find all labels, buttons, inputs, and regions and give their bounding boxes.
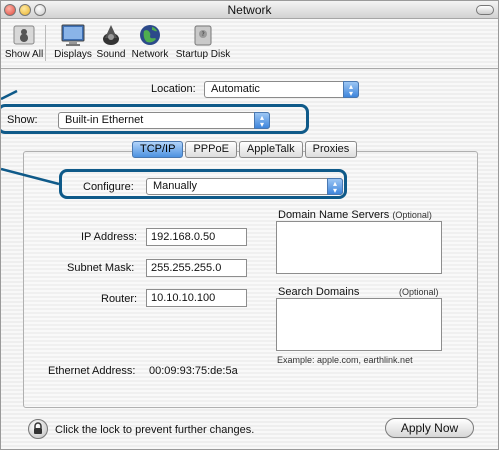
callout-configure-highlight <box>59 169 347 199</box>
popup-arrows-icon: ▴ ▾ <box>343 81 359 98</box>
lock-text: Click the lock to prevent further change… <box>55 424 255 436</box>
search-domains-example: Example: apple.com, earthlink.net <box>277 355 413 365</box>
location-popup[interactable]: Automatic ▴ ▾ <box>204 81 359 98</box>
apply-now-button[interactable]: Apply Now <box>385 418 474 438</box>
dns-optional-label: (Optional) <box>392 210 432 220</box>
ethernet-address-label: Ethernet Address: <box>48 365 136 377</box>
network-window: Network Show All Displays Sound Network … <box>0 0 499 450</box>
subnet-mask-label: Subnet Mask: <box>67 262 135 274</box>
search-domains-optional-label: (Optional) <box>399 287 439 297</box>
tab-appletalk[interactable]: AppleTalk <box>238 141 303 158</box>
toolbar-toggle-icon[interactable] <box>476 5 494 15</box>
sound-icon <box>103 25 119 45</box>
callout-pointer-lines <box>1 89 60 186</box>
toolbar-divider <box>1 68 498 69</box>
location-value: Automatic <box>211 83 260 95</box>
toolbar-separator <box>45 25 46 61</box>
toolbar-sound[interactable]: Sound <box>93 23 129 60</box>
toolbar-label-startup-disk: Startup Disk <box>175 49 231 60</box>
toolbar-label-network: Network <box>131 49 169 60</box>
location-label: Location: <box>151 83 196 95</box>
toolbar-label-displays: Displays <box>54 49 92 60</box>
tab-pppoe[interactable]: PPPoE <box>185 141 237 158</box>
router-field[interactable]: 10.10.10.100 <box>146 289 247 307</box>
svg-text:?: ? <box>202 31 205 38</box>
tab-bar: TCP/IP PPPoE AppleTalk Proxies <box>132 141 359 158</box>
ip-address-label: IP Address: <box>81 231 138 243</box>
toolbar-startup-disk[interactable]: ? Startup Disk <box>172 23 234 60</box>
network-icon <box>140 25 160 45</box>
ethernet-address-value: 00:09:93:75:de:5a <box>149 365 238 377</box>
toolbar-label-sound: Sound <box>96 49 126 60</box>
search-domains-label: Search Domains <box>278 286 360 298</box>
startup-disk-icon: ? <box>194 25 212 46</box>
lock-icon <box>34 422 42 434</box>
lock-button[interactable] <box>28 419 48 439</box>
toolbar-network[interactable]: Network <box>128 23 172 60</box>
dns-servers-field[interactable] <box>276 221 442 274</box>
toolbar-label-show-all: Show All <box>4 49 44 60</box>
toolbar-show-all[interactable]: Show All <box>4 23 44 60</box>
window-title: Network <box>227 3 272 17</box>
toolbar: Show All Displays Sound Network ? Startu… <box>1 19 498 67</box>
subnet-mask-field[interactable]: 255.255.255.0 <box>146 259 247 277</box>
show-all-icon <box>13 25 35 45</box>
ip-address-field[interactable]: 192.168.0.50 <box>146 228 247 246</box>
tab-tcpip[interactable]: TCP/IP <box>132 141 184 158</box>
toolbar-displays[interactable]: Displays <box>50 23 96 60</box>
router-label: Router: <box>101 293 138 305</box>
dns-label: Domain Name Servers (Optional) <box>278 209 432 221</box>
search-domains-field[interactable] <box>276 298 442 351</box>
displays-icon <box>61 24 85 46</box>
title-bar: Network <box>1 1 498 19</box>
tab-proxies[interactable]: Proxies <box>304 141 358 158</box>
